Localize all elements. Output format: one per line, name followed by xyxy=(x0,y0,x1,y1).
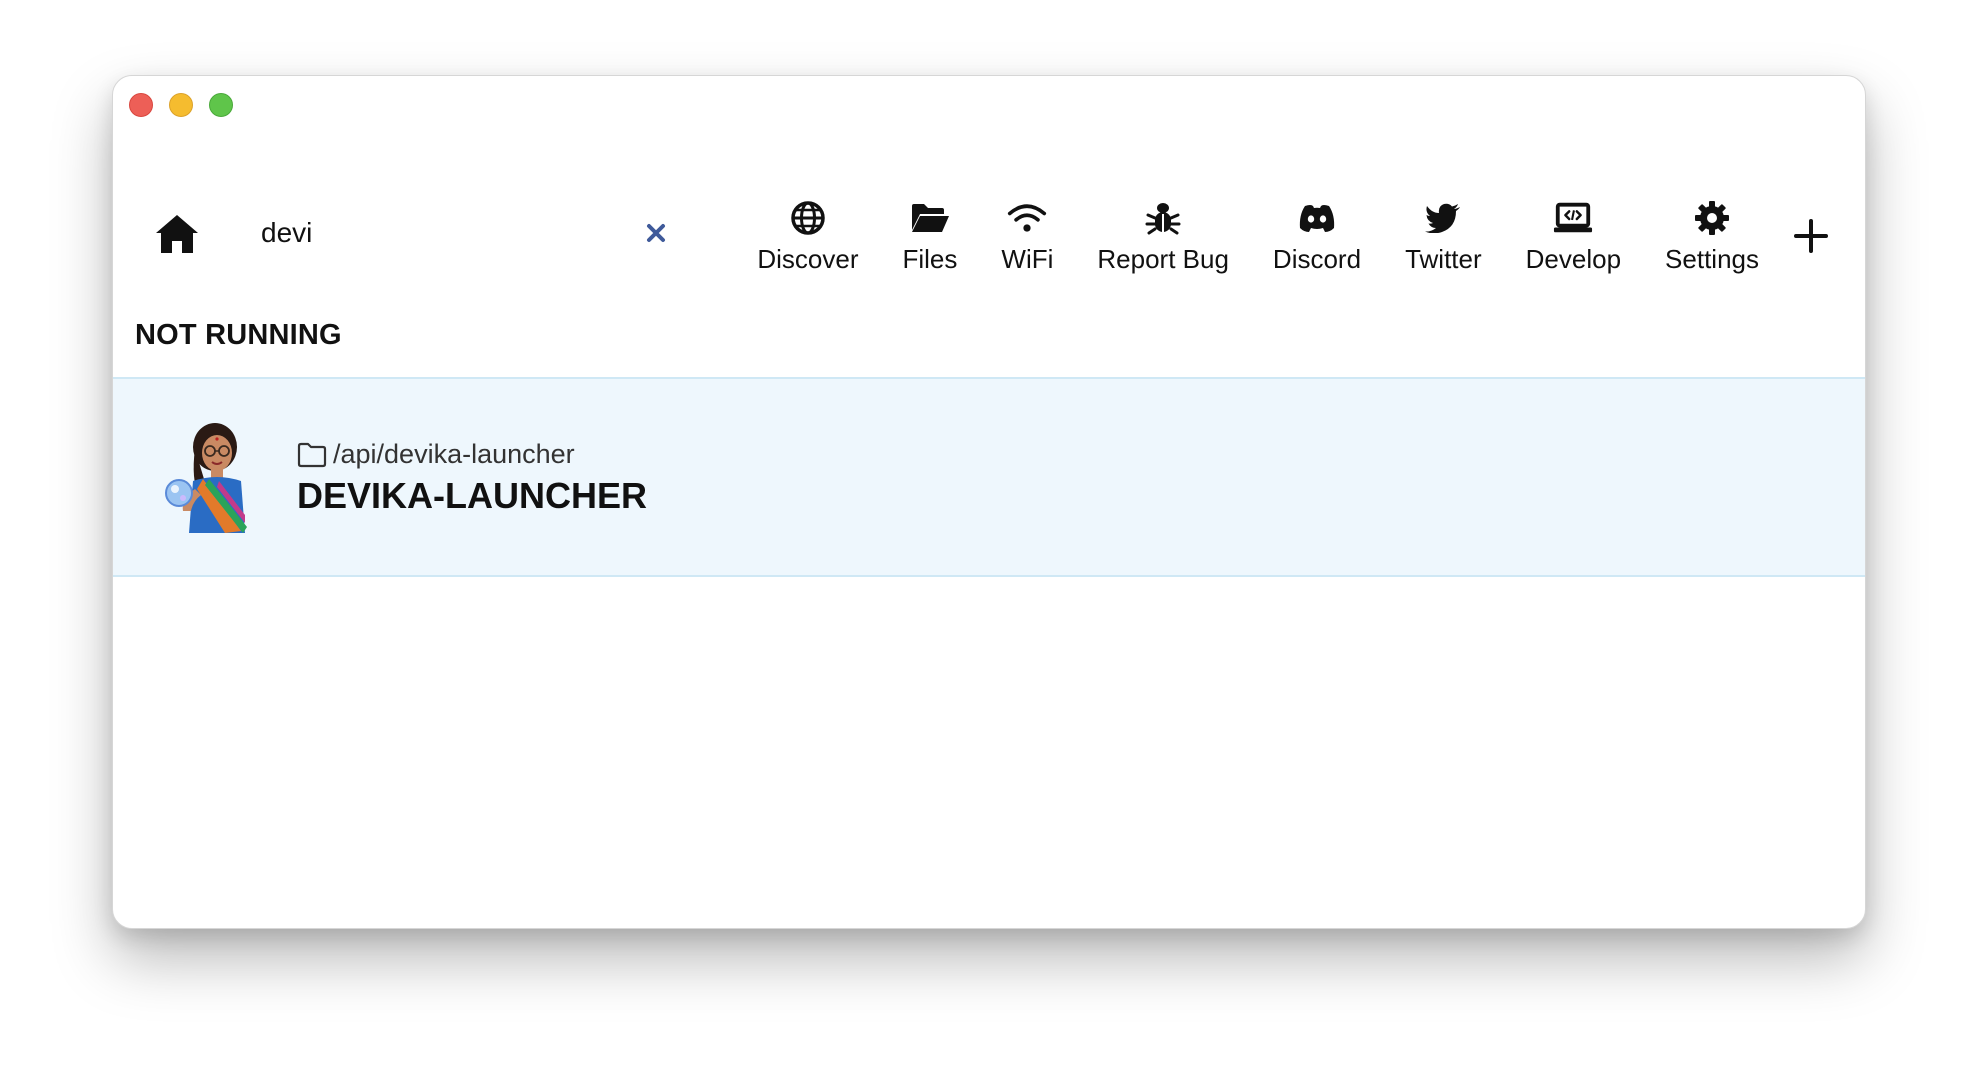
nav-label-files: Files xyxy=(902,244,958,274)
nav-label-wifi: WiFi xyxy=(1001,244,1054,274)
nav-twitter[interactable]: Twitter xyxy=(1383,186,1504,275)
minimize-window-button[interactable] xyxy=(169,93,193,117)
avatar xyxy=(165,423,247,533)
app-path: /api/devika-launcher xyxy=(297,439,575,470)
nav-settings[interactable]: Settings xyxy=(1643,186,1781,275)
folder-open-icon xyxy=(911,204,949,232)
plus-icon xyxy=(1794,219,1828,253)
nav-report-bug[interactable]: Report Bug xyxy=(1075,186,1251,275)
nav-label-settings: Settings xyxy=(1665,244,1759,274)
code-laptop-icon xyxy=(1554,202,1593,233)
nav-label-discord: Discord xyxy=(1272,244,1362,274)
twitter-icon xyxy=(1425,203,1461,233)
add-button[interactable] xyxy=(1781,186,1841,286)
globe-icon xyxy=(791,201,825,235)
toolbar: Discover Files xyxy=(113,186,1865,286)
maximize-window-button[interactable] xyxy=(209,93,233,117)
home-button[interactable] xyxy=(153,210,201,258)
discord-icon xyxy=(1299,205,1335,232)
nav-label-discover: Discover xyxy=(757,244,859,274)
wifi-icon xyxy=(1008,204,1047,232)
nav-label-report-bug: Report Bug xyxy=(1097,244,1229,274)
close-window-button[interactable] xyxy=(129,93,153,117)
nav-wifi[interactable]: WiFi xyxy=(979,186,1075,275)
window-controls xyxy=(129,93,233,117)
nav-label-develop: Develop xyxy=(1525,244,1622,274)
nav-discover[interactable]: Discover xyxy=(735,186,880,275)
nav-files[interactable]: Files xyxy=(881,186,980,275)
list-item[interactable]: /api/devika-launcher DEVIKA-LAUNCHER xyxy=(113,377,1865,577)
search-input[interactable] xyxy=(261,208,581,258)
app-list: /api/devika-launcher DEVIKA-LAUNCHER xyxy=(113,377,1865,577)
gear-icon xyxy=(1695,201,1730,235)
close-icon xyxy=(647,224,665,242)
section-title: NOT RUNNING xyxy=(135,319,342,351)
app-path-text: /api/devika-launcher xyxy=(333,439,575,469)
bug-icon xyxy=(1145,203,1181,235)
home-icon xyxy=(156,215,198,253)
app-name: DEVIKA-LAUNCHER xyxy=(297,475,647,516)
nav-discord[interactable]: Discord xyxy=(1251,186,1383,275)
nav-develop[interactable]: Develop xyxy=(1504,186,1643,275)
nav-label-twitter: Twitter xyxy=(1405,244,1482,274)
top-nav: Discover Files WiFi Report Bug Discord T… xyxy=(735,186,1841,286)
app-window: Discover Files xyxy=(112,75,1866,929)
clear-search-button[interactable] xyxy=(639,216,673,250)
folder-icon xyxy=(297,442,327,467)
